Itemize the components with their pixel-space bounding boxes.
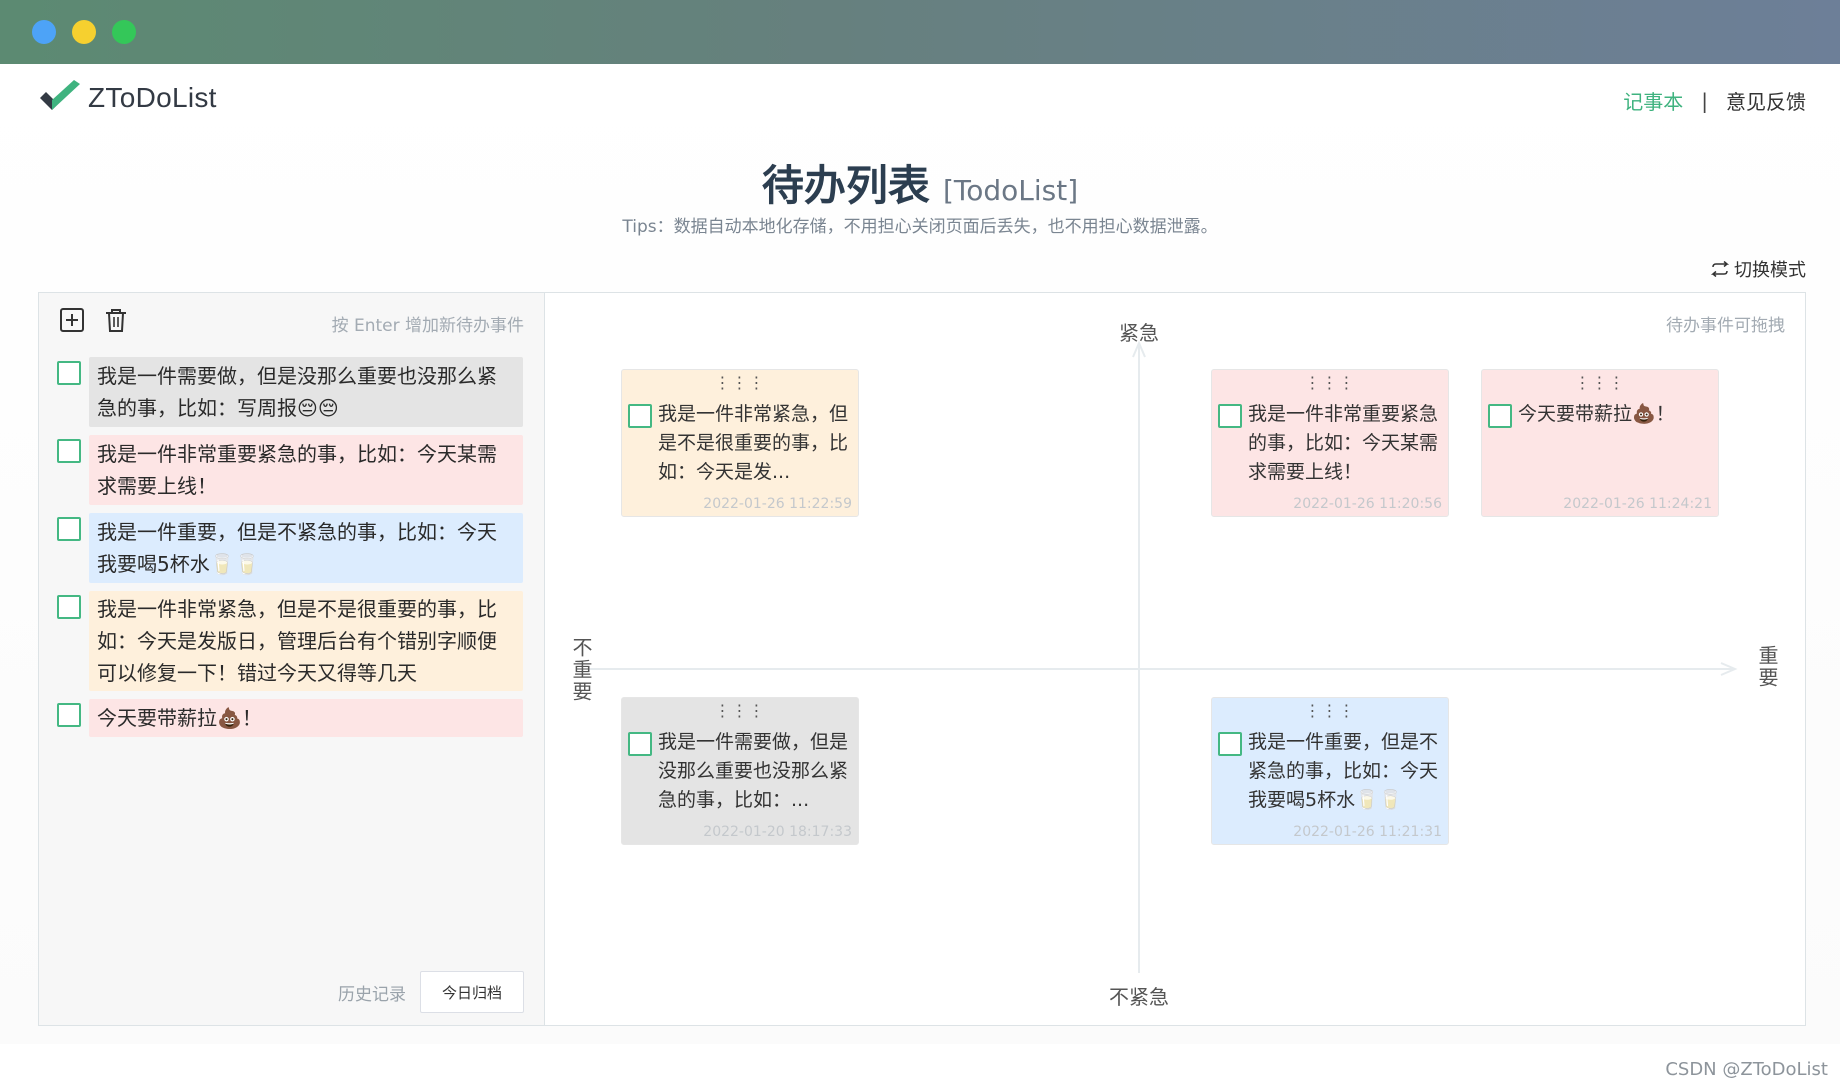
todo-text[interactable]: 我是一件非常重要紧急的事，比如：今天某需求需要上线！ — [89, 435, 523, 505]
checkmark-logo-icon — [40, 80, 80, 110]
todo-card-not-urgent-not-important[interactable]: ⋮⋮⋮ 我是一件需要做，但是没那么重要也没那么紧急的事，比如：... 2022-… — [621, 697, 859, 845]
switch-icon — [1710, 261, 1730, 277]
card-text: 我是一件重要，但是不紧急的事，比如：今天我要喝5杯水🥛🥛 — [1248, 731, 1439, 811]
axis-label-important: 重要 — [1755, 645, 1779, 689]
new-todo-hint: 按 Enter 增加新待办事件 — [331, 316, 524, 336]
app-window: ZToDoList 记事本 | 意见反馈 待办列表 [TodoList] Tip… — [0, 0, 1840, 1084]
todo-list: 我是一件需要做，但是没那么重要也没那么紧急的事，比如：写周报😔😔 我是一件非常重… — [57, 357, 529, 745]
switch-mode-label: 切换模式 — [1734, 260, 1806, 281]
trash-icon — [106, 309, 126, 332]
todo-checkbox[interactable] — [57, 517, 81, 541]
drag-handle-icon[interactable]: ⋮⋮⋮ — [1218, 375, 1442, 391]
axis-label-not-important: 不重要 — [569, 637, 593, 703]
todo-checkbox[interactable] — [628, 404, 652, 428]
todo-card-not-urgent-important[interactable]: ⋮⋮⋮ 我是一件重要，但是不紧急的事，比如：今天我要喝5杯水🥛🥛 2022-01… — [1211, 697, 1449, 845]
page-title: 待办列表 [TodoList] — [0, 152, 1840, 213]
list-item: 我是一件重要，但是不紧急的事，比如：今天我要喝5杯水🥛🥛 — [57, 513, 529, 583]
todo-text[interactable]: 我是一件非常紧急，但是不是很重要的事，比如：今天是发版日，管理后台有个错别字顺便… — [89, 591, 523, 691]
todo-panel: 按 Enter 增加新待办事件 我是一件需要做，但是没那么重要也没那么紧急的事，… — [38, 292, 1806, 1026]
card-timestamp: 2022-01-26 11:20:56 — [1293, 496, 1442, 512]
window-maximize-button[interactable] — [112, 20, 136, 44]
window-minimize-button[interactable] — [72, 20, 96, 44]
nav-separator: | — [1701, 88, 1708, 113]
todo-card-urgent-not-important[interactable]: ⋮⋮⋮ 我是一件非常紧急，但是不是很重要的事，比如：今天是发... 2022-0… — [621, 369, 859, 517]
add-todo-button[interactable] — [59, 307, 85, 333]
todo-card-urgent-important[interactable]: ⋮⋮⋮ 我是一件非常重要紧急的事，比如：今天某需求需要上线！ 2022-01-2… — [1211, 369, 1449, 517]
switch-mode-button[interactable]: 切换模式 — [1710, 256, 1806, 282]
todo-list-pane: 按 Enter 增加新待办事件 我是一件需要做，但是没那么重要也没那么紧急的事，… — [39, 293, 545, 1025]
list-item: 我是一件非常重要紧急的事，比如：今天某需求需要上线！ — [57, 435, 529, 505]
todo-checkbox[interactable] — [57, 439, 81, 463]
todo-text[interactable]: 我是一件需要做，但是没那么重要也没那么紧急的事，比如：写周报😔😔 — [89, 357, 523, 427]
drag-handle-icon[interactable]: ⋮⋮⋮ — [1218, 703, 1442, 719]
nav-feedback-link[interactable]: 意见反馈 — [1726, 86, 1806, 115]
drag-handle-icon[interactable]: ⋮⋮⋮ — [628, 375, 852, 391]
list-item: 我是一件非常紧急，但是不是很重要的事，比如：今天是发版日，管理后台有个错别字顺便… — [57, 591, 529, 691]
watermark: CSDN @ZToDoList — [1665, 1059, 1828, 1080]
main-content: ZToDoList 记事本 | 意见反馈 待办列表 [TodoList] Tip… — [0, 64, 1840, 1044]
app-logo[interactable]: ZToDoList — [38, 78, 217, 118]
card-text: 我是一件非常紧急，但是不是很重要的事，比如：今天是发... — [658, 403, 849, 483]
todo-checkbox[interactable] — [57, 595, 81, 619]
card-text: 我是一件需要做，但是没那么重要也没那么紧急的事，比如：... — [658, 731, 849, 811]
page-title-main: 待办列表 — [761, 161, 930, 210]
list-item: 今天要带薪拉💩！ — [57, 699, 529, 737]
nav-notebook-link[interactable]: 记事本 — [1623, 86, 1683, 115]
page-title-sub: [TodoList] — [942, 174, 1079, 207]
list-item: 我是一件需要做，但是没那么重要也没那么紧急的事，比如：写周报😔😔 — [57, 357, 529, 427]
todo-text[interactable]: 今天要带薪拉💩！ — [89, 699, 523, 737]
archive-today-button[interactable]: 今日归档 — [420, 971, 524, 1013]
card-timestamp: 2022-01-26 11:21:31 — [1293, 824, 1442, 840]
card-text: 我是一件非常重要紧急的事，比如：今天某需求需要上线！ — [1248, 403, 1439, 483]
delete-todo-button[interactable] — [103, 307, 129, 333]
todo-checkbox[interactable] — [1218, 732, 1242, 756]
history-link[interactable]: 历史记录 — [338, 980, 406, 1005]
card-text: 今天要带薪拉💩！ — [1518, 403, 1675, 425]
left-footer: 历史记录 今日归档 — [338, 971, 524, 1013]
todo-checkbox[interactable] — [1488, 404, 1512, 428]
axis-label-urgent: 紧急 — [1119, 321, 1159, 345]
card-timestamp: 2022-01-26 11:22:59 — [703, 496, 852, 512]
window-control-blue[interactable] — [32, 20, 56, 44]
app-name: ZToDoList — [88, 82, 217, 113]
todo-checkbox[interactable] — [1218, 404, 1242, 428]
top-nav: 记事本 | 意见反馈 — [1623, 86, 1806, 115]
card-timestamp: 2022-01-20 18:17:33 — [703, 824, 852, 840]
todo-checkbox[interactable] — [57, 703, 81, 727]
card-timestamp: 2022-01-26 11:24:21 — [1563, 496, 1712, 512]
drag-handle-icon[interactable]: ⋮⋮⋮ — [1488, 375, 1712, 391]
axis-label-not-urgent: 不紧急 — [1109, 985, 1169, 1009]
todo-text[interactable]: 我是一件重要，但是不紧急的事，比如：今天我要喝5杯水🥛🥛 — [89, 513, 523, 583]
todo-checkbox[interactable] — [57, 361, 81, 385]
quadrant-pane: 待办事件可拖拽 紧急 不紧急 不重要 重要 ⋮⋮⋮ 我是一件非常紧急，但是不是很… — [545, 293, 1805, 1025]
tips-text: Tips：数据自动本地化存储，不用担心关闭页面后丢失，也不用担心数据泄露。 — [622, 217, 1218, 237]
plus-square-icon — [60, 308, 84, 332]
window-titlebar — [0, 0, 1840, 64]
todo-checkbox[interactable] — [628, 732, 652, 756]
drag-handle-icon[interactable]: ⋮⋮⋮ — [628, 703, 852, 719]
todo-card-urgent-important[interactable]: ⋮⋮⋮ 今天要带薪拉💩！ 2022-01-26 11:24:21 — [1481, 369, 1719, 517]
